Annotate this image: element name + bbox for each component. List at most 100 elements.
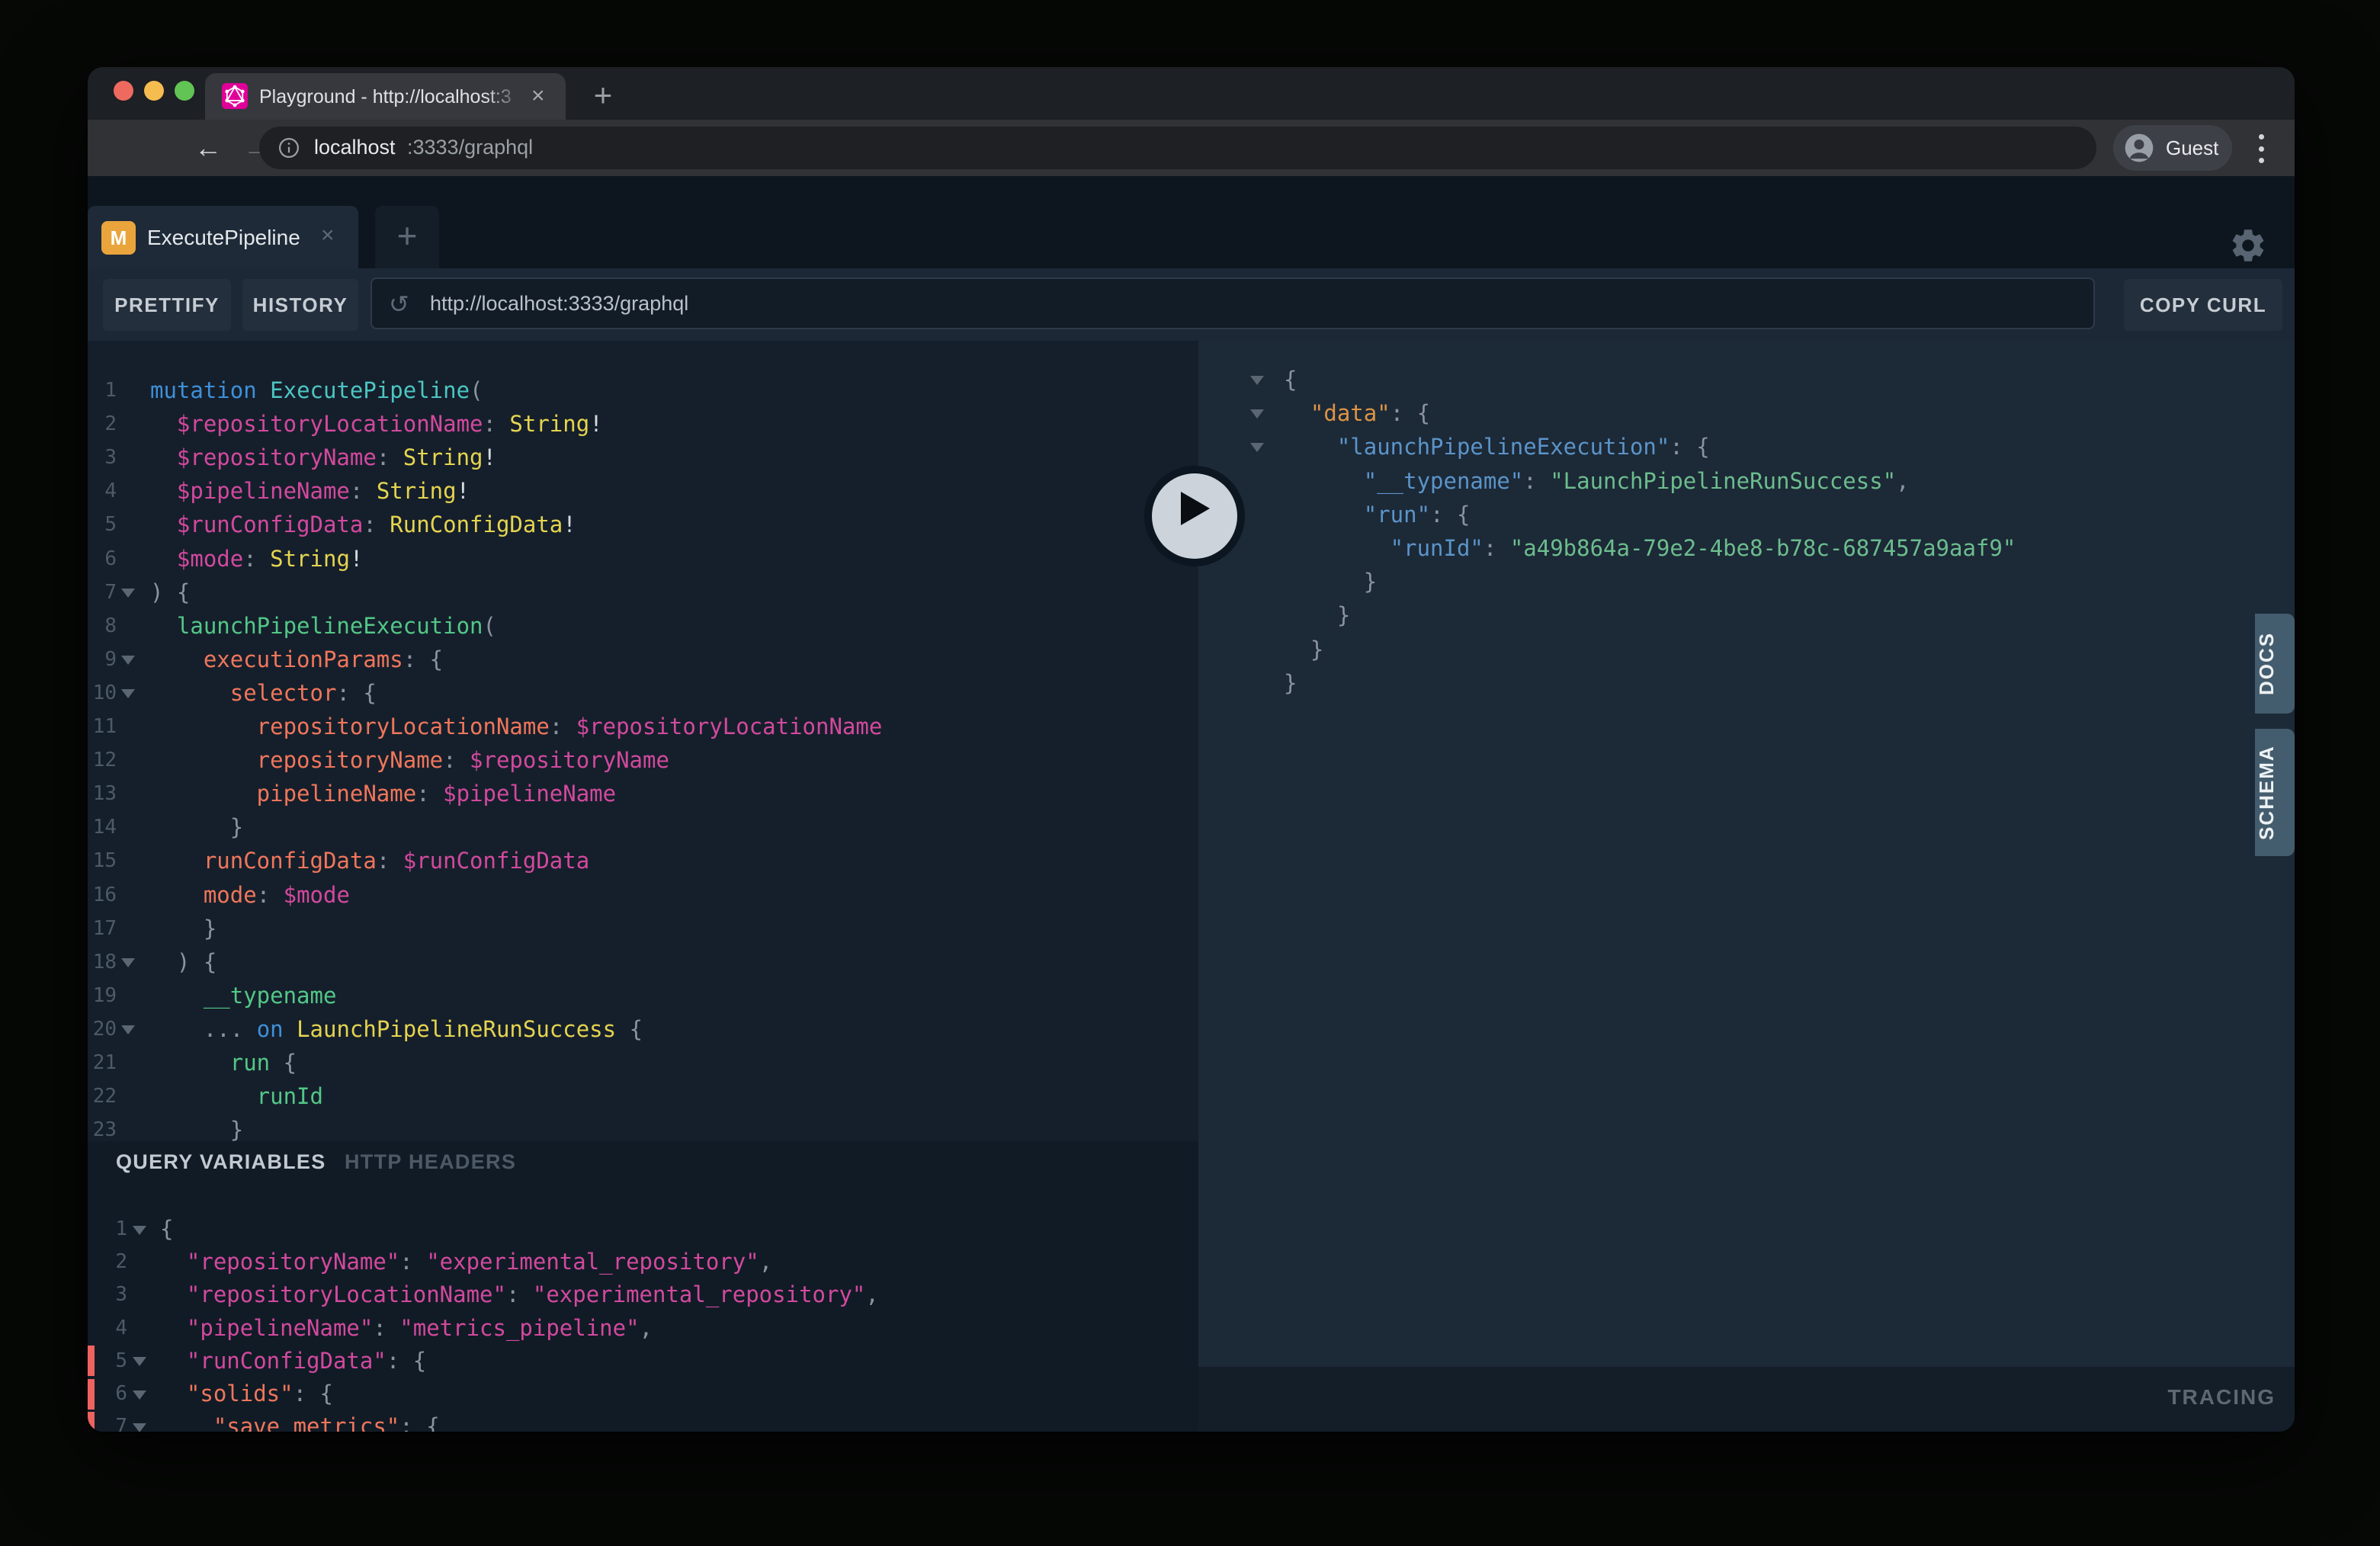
close-window-button[interactable] xyxy=(114,81,133,101)
prettify-button[interactable]: PRETTIFY xyxy=(103,279,231,331)
code-text: repositoryLocationName: $repositoryLocat… xyxy=(150,710,882,743)
code-line: 5 $runConfigData: RunConfigData! xyxy=(88,508,1198,541)
code-line: 10 selector: { xyxy=(88,676,1198,710)
url-host: localhost xyxy=(314,136,396,159)
code-line: 5 "runConfigData": { xyxy=(88,1345,1198,1378)
endpoint-input[interactable]: ↺ http://localhost:3333/graphql xyxy=(370,277,2095,329)
line-number: 3 xyxy=(98,1278,127,1311)
line-number: 5 xyxy=(98,1345,127,1378)
copy-curl-button[interactable]: COPY CURL xyxy=(2124,279,2282,331)
tab-docs[interactable]: DOCS xyxy=(2255,614,2295,714)
browser-tab[interactable]: Playground - http://localhost:3 × xyxy=(205,73,566,120)
endpoint-url: http://localhost:3333/graphql xyxy=(430,292,688,316)
tab-query-variables[interactable]: QUERY VARIABLES xyxy=(116,1150,326,1174)
line-number: 17 xyxy=(89,912,117,945)
code-text: "repositoryName": "experimental_reposito… xyxy=(160,1246,772,1278)
code-text: } xyxy=(1284,666,1297,700)
fold-arrow-icon[interactable] xyxy=(133,1226,146,1235)
line-number: 4 xyxy=(98,1312,127,1345)
line-number: 9 xyxy=(89,643,117,676)
history-button[interactable]: HISTORY xyxy=(242,279,358,331)
code-line: "__typename": "LaunchPipelineRunSuccess"… xyxy=(1198,464,2295,498)
info-icon[interactable] xyxy=(277,136,300,163)
code-line: 16 mode: $mode xyxy=(88,878,1198,912)
profile-button[interactable]: Guest xyxy=(2113,125,2232,171)
code-text: $mode: String! xyxy=(150,542,363,576)
back-icon[interactable]: ← xyxy=(194,134,222,162)
code-text: $runConfigData: RunConfigData! xyxy=(150,508,576,541)
code-text: { xyxy=(1284,363,1297,396)
code-text: repositoryName: $repositoryName xyxy=(150,743,669,777)
fold-arrow-icon[interactable] xyxy=(1250,409,1264,419)
code-line: 13 pipelineName: $pipelineName xyxy=(88,777,1198,810)
code-text: ) { xyxy=(150,945,217,979)
line-number: 10 xyxy=(89,676,117,710)
response-viewer[interactable]: { "data": { "launchPipelineExecution": {… xyxy=(1198,341,2295,1367)
graphql-playground: M ExecutePipeline × + PRETTIFY HISTORY ↺… xyxy=(88,176,2295,1432)
code-line: 2 "repositoryName": "experimental_reposi… xyxy=(88,1246,1198,1278)
fold-arrow-icon[interactable] xyxy=(1250,443,1264,452)
playground-new-tab-button[interactable]: + xyxy=(375,206,439,268)
zoom-window-button[interactable] xyxy=(175,81,194,101)
line-number: 4 xyxy=(89,474,117,508)
fold-arrow-icon[interactable] xyxy=(121,689,135,698)
fold-arrow-icon[interactable] xyxy=(121,656,135,665)
tracing-label: TRACING xyxy=(2167,1385,2276,1410)
fold-arrow-icon[interactable] xyxy=(133,1357,146,1366)
fold-arrow-icon[interactable] xyxy=(121,958,135,967)
code-text: } xyxy=(1284,633,1323,666)
playground-tab-title: ExecutePipeline xyxy=(147,226,300,250)
code-line: 1{ xyxy=(88,1213,1198,1246)
browser-tab-strip: Playground - http://localhost:3 × + xyxy=(88,67,2295,120)
avatar-icon xyxy=(2124,133,2154,167)
mutation-badge: M xyxy=(101,221,136,255)
execute-play-button[interactable] xyxy=(1144,466,1245,566)
line-number: 16 xyxy=(89,878,117,912)
browser-menu-icon[interactable] xyxy=(2256,134,2266,163)
query-editor[interactable]: 1mutation ExecutePipeline(2 $repositoryL… xyxy=(88,341,1198,1208)
line-number: 2 xyxy=(89,407,117,441)
code-text: { xyxy=(160,1213,173,1246)
browser-new-tab-button[interactable]: + xyxy=(582,76,624,116)
code-line: 17 } xyxy=(88,912,1198,945)
play-icon xyxy=(1181,492,1210,525)
line-number: 7 xyxy=(89,576,117,609)
code-text: $pipelineName: String! xyxy=(150,474,470,508)
tab-schema[interactable]: SCHEMA xyxy=(2255,729,2295,856)
line-number: 22 xyxy=(89,1079,117,1113)
fold-arrow-icon[interactable] xyxy=(121,589,135,598)
code-text: } xyxy=(1284,565,1377,598)
fold-arrow-icon[interactable] xyxy=(133,1390,146,1400)
tracing-bar[interactable]: TRACING xyxy=(1198,1367,2295,1432)
playground-tab-executepipeline[interactable]: M ExecutePipeline × xyxy=(88,206,358,268)
code-text: "launchPipelineExecution": { xyxy=(1284,430,1710,463)
settings-gear-icon[interactable] xyxy=(2228,226,2268,265)
code-line: 20 ... on LaunchPipelineRunSuccess { xyxy=(88,1012,1198,1046)
fold-arrow-icon[interactable] xyxy=(1250,376,1264,385)
code-text: "__typename": "LaunchPipelineRunSuccess"… xyxy=(1284,464,1910,498)
code-line: } xyxy=(1198,598,2295,632)
line-number: 13 xyxy=(89,777,117,810)
line-number: 14 xyxy=(89,810,117,844)
fold-arrow-icon[interactable] xyxy=(121,1025,135,1034)
code-text: run { xyxy=(150,1046,297,1079)
playground-tab-close-icon[interactable]: × xyxy=(321,223,335,249)
code-line: 4 $pipelineName: String! xyxy=(88,474,1198,508)
code-text: selector: { xyxy=(150,676,377,710)
profile-label: Guest xyxy=(2166,136,2218,160)
line-number: 1 xyxy=(89,374,117,407)
minimize-window-button[interactable] xyxy=(144,81,164,101)
code-line: "data": { xyxy=(1198,396,2295,430)
fold-arrow-icon[interactable] xyxy=(133,1423,146,1432)
code-text: "data": { xyxy=(1284,396,1430,430)
address-bar[interactable]: localhost :3333/graphql xyxy=(259,127,2096,169)
code-line: 3 "repositoryLocationName": "experimenta… xyxy=(88,1278,1198,1311)
endpoint-history-icon[interactable]: ↺ xyxy=(389,290,409,319)
code-text: $repositoryName: String! xyxy=(150,441,496,474)
browser-tab-close-icon[interactable]: × xyxy=(531,84,545,108)
code-text: mode: $mode xyxy=(150,878,350,912)
variables-pane[interactable]: QUERY VARIABLES HTTP HEADERS 1{2 "reposi… xyxy=(88,1141,1198,1432)
code-line: 22 runId xyxy=(88,1079,1198,1113)
url-path: :3333/graphql xyxy=(407,136,533,159)
tab-http-headers[interactable]: HTTP HEADERS xyxy=(345,1150,516,1174)
